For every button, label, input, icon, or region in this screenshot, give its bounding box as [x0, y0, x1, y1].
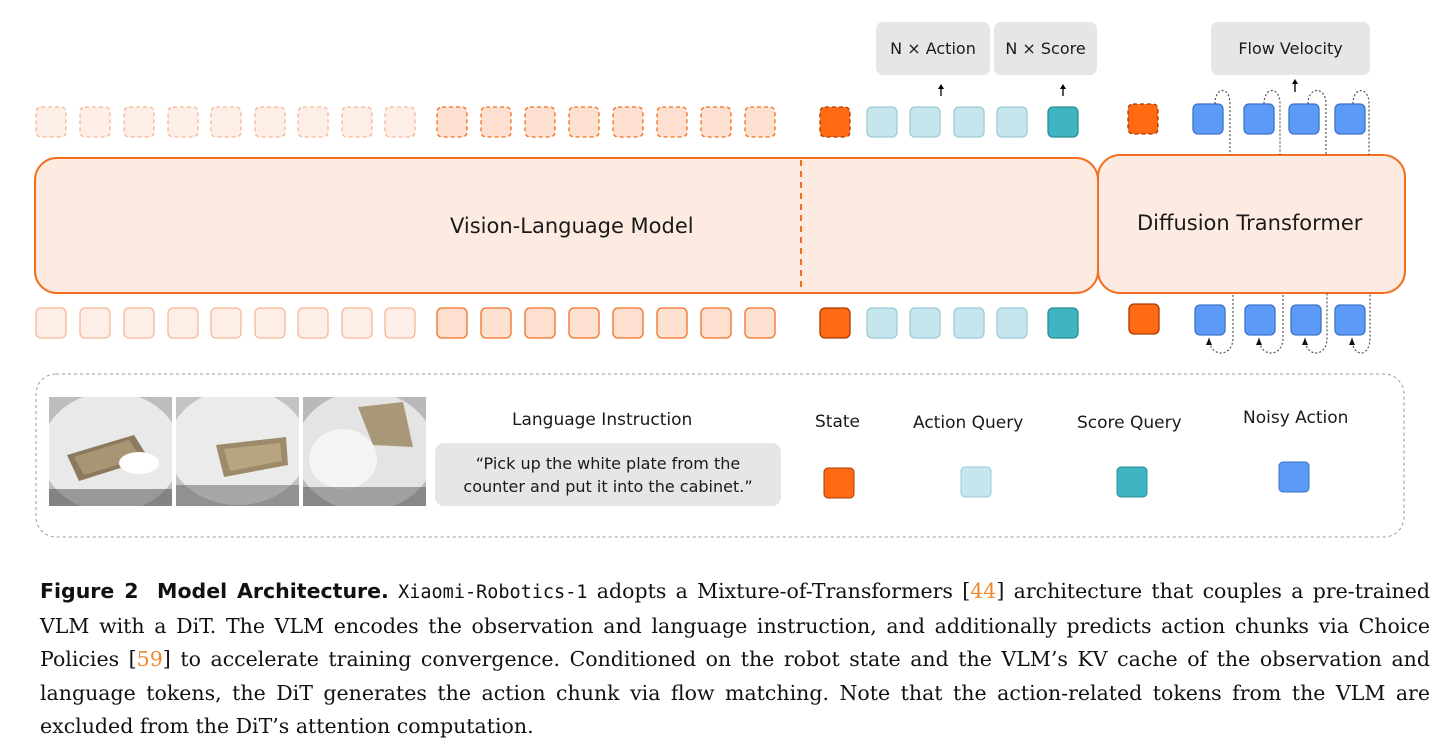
state-legend-label: State [815, 412, 860, 432]
caption-model-name: Xiaomi-Robotics-1 [398, 582, 588, 603]
dit-input-noisy-token-0 [1194, 304, 1226, 336]
n-action-box: N × Action [876, 22, 990, 75]
dit-input-noisy-token-2 [1290, 304, 1322, 336]
dit-output-velocity-token-3 [1334, 103, 1366, 135]
observation-image-1 [49, 397, 172, 506]
vlm-output-token-lang-5 [656, 106, 688, 138]
vlm-input-token-lang-1 [480, 307, 512, 339]
caption-figure-label: Figure 2 [40, 579, 139, 603]
vlm-output-token-lang-1 [480, 106, 512, 138]
caption-ref-59[interactable]: 59 [137, 647, 163, 671]
vlm-output-token-obs-7 [341, 106, 373, 138]
score-query-legend-label: Score Query [1077, 413, 1182, 433]
vlm-output-action-token-0 [866, 106, 898, 138]
dit-label: Diffusion Transformer [1137, 211, 1363, 235]
caption-part3: to accelerate training convergence. Cond… [40, 647, 1430, 738]
dit-bottom-loop-head-2 [1302, 338, 1308, 345]
figure-caption: Figure 2 Model Architecture. Xiaomi-Robo… [40, 579, 1430, 738]
observation-image-3 [303, 397, 426, 506]
score-query-swatch [1116, 466, 1148, 498]
vlm-input-token-obs-2 [123, 307, 155, 339]
n-score-box: N × Score [994, 22, 1097, 75]
dit-output-velocity-token-1 [1243, 103, 1275, 135]
vlm-input-token-lang-5 [656, 307, 688, 339]
vlm-output-token-obs-8 [384, 106, 416, 138]
caption-ref-44[interactable]: 44 [970, 579, 996, 603]
vlm-output-action-token-1 [909, 106, 941, 138]
dit-bottom-loop-head-1 [1256, 338, 1262, 345]
vlm-input-token-lang-7 [744, 307, 776, 339]
vlm-input-token-lang-6 [700, 307, 732, 339]
vlm-input-action-query-0 [866, 307, 898, 339]
vlm-output-token-lang-0 [436, 106, 468, 138]
vlm-input-action-query-2 [953, 307, 985, 339]
dit-input-state-token [1128, 303, 1160, 335]
action-query-legend-label: Action Query [913, 413, 1024, 433]
vlm-output-token-lang-6 [700, 106, 732, 138]
dit-bottom-loop-head-0 [1206, 338, 1212, 345]
state-swatch [823, 467, 855, 499]
vlm-label: Vision-Language Model [450, 214, 694, 238]
architecture-diagram: Vision-Language Model Diffusion Transfor… [0, 0, 1443, 545]
dit-output-state-token [1127, 103, 1159, 135]
vlm-output-token-lang-7 [744, 106, 776, 138]
language-instruction-label: Language Instruction [512, 410, 693, 430]
dit-output-velocity-token-2 [1288, 103, 1320, 135]
noisy-action-legend-label: Noisy Action [1243, 408, 1349, 428]
vlm-input-token-obs-1 [79, 307, 111, 339]
flow-velocity-box: Flow Velocity [1211, 22, 1370, 75]
vlm-output-token-obs-2 [123, 106, 155, 138]
vlm-input-action-query-1 [909, 307, 941, 339]
dit-bottom-loop-head-3 [1349, 338, 1355, 345]
caption-title: Model Architecture. [157, 579, 389, 603]
vlm-input-action-query-3 [996, 307, 1028, 339]
vlm-output-token-obs-6 [297, 106, 329, 138]
arrow-to-n-score-head [1060, 84, 1066, 89]
vlm-output-action-token-2 [953, 106, 985, 138]
vlm-input-token-obs-5 [254, 307, 286, 339]
vlm-input-token-lang-4 [612, 307, 644, 339]
arrow-to-flow-velocity-head [1292, 79, 1298, 84]
vlm-output-score-token [1047, 106, 1079, 138]
vlm-output-token-lang-3 [568, 106, 600, 138]
vlm-input-token-lang-3 [568, 307, 600, 339]
observation-image-2 [176, 397, 299, 506]
action-query-swatch [960, 466, 992, 498]
vlm-output-token-obs-5 [254, 106, 286, 138]
noisy-action-swatch [1278, 461, 1310, 493]
vlm-input-token-obs-6 [297, 307, 329, 339]
vlm-input-token-obs-0 [35, 307, 67, 339]
instruction-text: “Pick up the white plate from the counte… [435, 443, 781, 506]
vlm-output-token-obs-1 [79, 106, 111, 138]
vlm-input-token-lang-0 [436, 307, 468, 339]
vlm-input-token-obs-7 [341, 307, 373, 339]
vlm-output-token-lang-4 [612, 106, 644, 138]
vlm-output-token-obs-4 [210, 106, 242, 138]
arrow-to-n-action-head [938, 84, 944, 89]
vlm-input-state-token [819, 307, 851, 339]
vlm-input-token-obs-3 [167, 307, 199, 339]
vlm-output-state-token [819, 106, 851, 138]
dit-input-noisy-token-1 [1244, 304, 1276, 336]
vlm-output-token-lang-2 [524, 106, 556, 138]
vlm-input-token-obs-8 [384, 307, 416, 339]
vlm-input-token-lang-2 [524, 307, 556, 339]
vlm-input-score-query [1047, 307, 1079, 339]
dit-input-noisy-token-3 [1334, 304, 1366, 336]
vlm-input-token-obs-4 [210, 307, 242, 339]
caption-part1: adopts a Mixture-of-Transformers [587, 579, 963, 603]
vlm-output-token-obs-0 [35, 106, 67, 138]
vlm-output-action-token-3 [996, 106, 1028, 138]
dit-output-velocity-token-0 [1192, 103, 1224, 135]
vlm-output-token-obs-3 [167, 106, 199, 138]
